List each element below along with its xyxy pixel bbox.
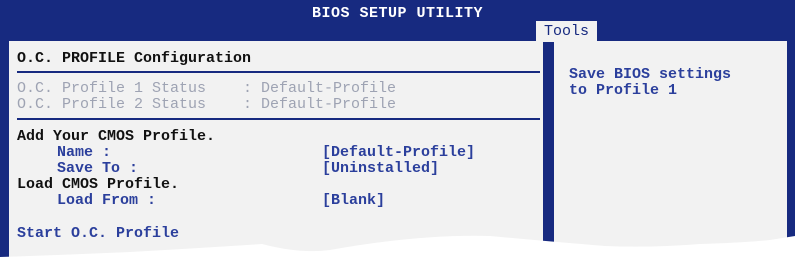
torn-edge-overlay	[0, 235, 795, 266]
